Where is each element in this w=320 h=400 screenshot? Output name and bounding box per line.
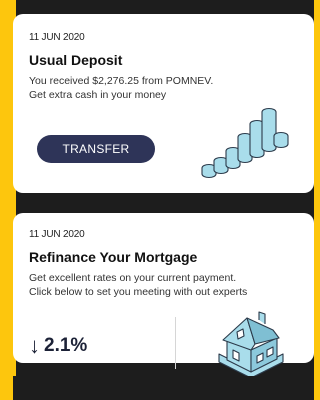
mortgage-date: 11 JUN 2020 bbox=[29, 229, 85, 240]
house-illustration-icon bbox=[218, 311, 284, 379]
mortgage-description-line: Get excellent rates on your current paym… bbox=[29, 272, 237, 284]
mortgage-card[interactable]: 11 JUN 2020 Refinance Your Mortgage Get … bbox=[13, 213, 314, 379]
deposit-description-line: You received $2,276.25 from POMNEV. bbox=[29, 75, 214, 87]
rate-change: ↓ 2.1% bbox=[29, 326, 87, 366]
bar-chart-illustration-icon bbox=[201, 107, 289, 179]
mortgage-description-line: Click below to set you meeting with out … bbox=[29, 286, 248, 298]
deposit-date: 11 JUN 2020 bbox=[29, 32, 85, 43]
down-arrow-icon: ↓ bbox=[29, 333, 40, 358]
mortgage-title: Refinance Your Mortgage bbox=[29, 249, 198, 265]
transfer-button[interactable]: TRANSFER bbox=[37, 135, 155, 163]
rate-value: 2.1% bbox=[44, 335, 88, 356]
mortgage-description: Get excellent rates on your current paym… bbox=[29, 271, 301, 299]
bottom-background bbox=[13, 376, 314, 400]
deposit-description: You received $2,276.25 from POMNEV. Get … bbox=[29, 74, 301, 102]
deposit-description-line: Get extra cash in your money bbox=[29, 89, 167, 101]
divider bbox=[175, 317, 176, 369]
deposit-card[interactable]: 11 JUN 2020 Usual Deposit You received $… bbox=[13, 14, 314, 193]
deposit-title: Usual Deposit bbox=[29, 52, 123, 68]
